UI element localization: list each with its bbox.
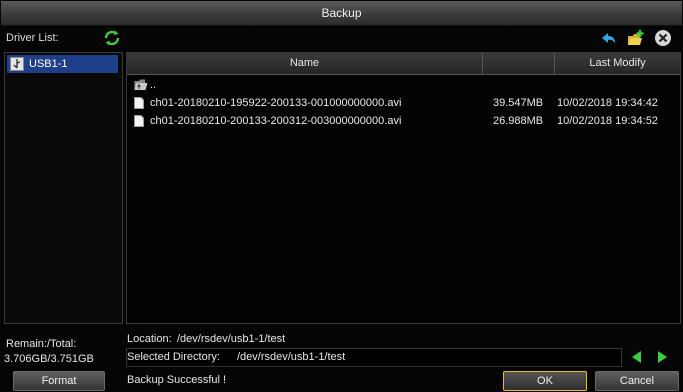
file-name: ch01-20180210-195922-200133-001000000000… [150, 97, 402, 109]
close-icon[interactable] [654, 29, 672, 47]
file-last-modify: 10/02/2018 19:34:52 [557, 115, 658, 127]
status-message: Backup Successful ! [127, 374, 227, 386]
storage-value: 3.706GB/3.751GB [4, 353, 94, 365]
column-header-name[interactable]: Name [127, 53, 483, 74]
column-header-last-modify[interactable]: Last Modify [555, 53, 680, 74]
selected-directory-path: /dev/rsdev/usb1-1/test [237, 351, 346, 363]
file-last-modify: 10/02/2018 19:34:42 [557, 97, 658, 109]
next-arrow-icon[interactable] [658, 351, 667, 363]
new-folder-icon[interactable] [626, 29, 644, 47]
table-row-parent[interactable]: .. [127, 76, 680, 94]
column-header-size[interactable] [483, 53, 555, 74]
cancel-button[interactable]: Cancel [595, 371, 679, 391]
window-title: Backup [1, 1, 682, 26]
backup-window: Backup Driver List: USB1-1 Name Last Mod… [0, 0, 683, 392]
file-size: 26.988MB [493, 115, 544, 127]
file-list-header: Name Last Modify [127, 53, 680, 75]
table-row[interactable]: ch01-20180210-200133-200312-003000000000… [127, 112, 680, 130]
driver-list: USB1-1 [4, 52, 123, 324]
file-icon [134, 97, 144, 109]
location-label: Location: [127, 333, 172, 345]
selected-directory-label: Selected Directory: [127, 351, 220, 363]
driver-item-label: USB1-1 [29, 58, 68, 70]
table-row[interactable]: ch01-20180210-195922-200133-001000000000… [127, 94, 680, 112]
refresh-icon[interactable] [103, 29, 121, 47]
file-name: ch01-20180210-200133-200312-003000000000… [150, 115, 402, 127]
file-icon [134, 115, 144, 127]
location-path: /dev/rsdev/usb1-1/test [177, 333, 286, 345]
driver-list-label: Driver List: [6, 32, 59, 44]
usb-drive-icon [10, 57, 24, 74]
parent-folder-icon [134, 79, 148, 91]
file-name: .. [150, 79, 157, 91]
format-button[interactable]: Format [13, 371, 105, 391]
driver-item-usb1-1[interactable]: USB1-1 [7, 55, 118, 73]
previous-arrow-icon[interactable] [632, 351, 641, 363]
storage-label: Remain:/Total: [6, 338, 77, 350]
file-list: Name Last Modify .. ch01-20180210-195922… [126, 52, 681, 324]
toolbar: Driver List: [0, 28, 683, 50]
ok-button[interactable]: OK [503, 371, 587, 391]
back-arrow-icon[interactable] [600, 30, 618, 48]
file-size: 39.547MB [493, 97, 544, 109]
